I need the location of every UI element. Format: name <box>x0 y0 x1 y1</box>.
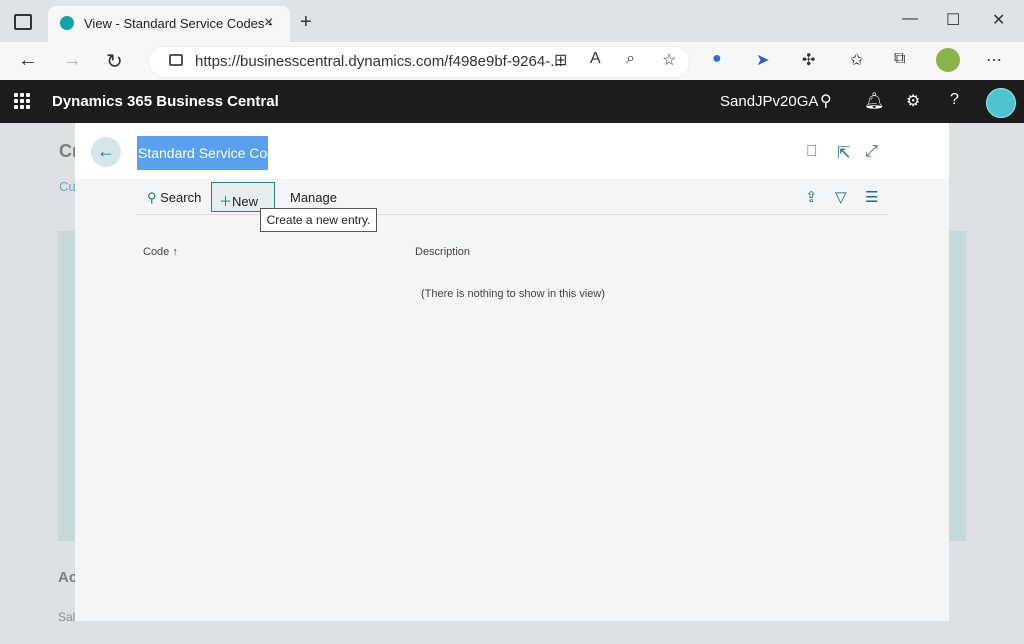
minimize-button[interactable]: — <box>902 10 918 28</box>
tab-title: View - Standard Service Codes - <box>84 16 273 31</box>
search-icon: ⚲ <box>147 190 161 205</box>
list-view-icon[interactable]: ☰ <box>865 188 878 206</box>
lock-icon[interactable] <box>169 54 183 66</box>
column-code-label: Code <box>143 246 170 258</box>
help-icon[interactable]: ? <box>950 91 959 109</box>
app-launcher-icon[interactable] <box>14 93 30 109</box>
tooltip: Create a new entry. <box>260 208 377 232</box>
maximize-button[interactable]: ☐ <box>946 10 960 30</box>
column-header-description[interactable]: Description <box>415 246 470 258</box>
new-tab-button[interactable]: + <box>300 12 312 32</box>
search-label: Search <box>160 190 202 205</box>
read-aloud-icon[interactable]: A <box>590 50 601 68</box>
list-dialog: ← Standard Service Codes ⎕ ⇱ ⤢ ⚲ Search … <box>75 123 949 621</box>
avatar[interactable] <box>986 88 1016 118</box>
forward-arrow-icon[interactable]: → <box>62 49 82 72</box>
empty-list-message: (There is nothing to show in this view) <box>421 288 606 300</box>
column-header-code[interactable]: Code ↑ <box>143 246 178 258</box>
share-icon[interactable]: ⇪ <box>805 188 818 206</box>
gear-icon[interactable]: ⚙ <box>906 91 920 111</box>
favorite-add-icon[interactable]: ☆ <box>662 50 676 70</box>
close-window-button[interactable]: ✕ <box>992 10 1005 30</box>
url-bar[interactable]: https://businesscentral.dynamics.com/f49… <box>148 46 690 78</box>
page-title: Standard Service Codes <box>137 136 290 170</box>
extension-globe-icon[interactable]: ● <box>712 50 722 68</box>
tab-actions-icon[interactable] <box>14 14 32 30</box>
app-title[interactable]: Dynamics 365 Business Central <box>52 93 279 110</box>
url-text[interactable]: https://businesscentral.dynamics.com/f49… <box>195 53 563 70</box>
bell-icon[interactable]: 🔔︎ <box>864 91 884 111</box>
background-item: Sal <box>58 610 76 624</box>
company-name[interactable]: SandJPv20GA <box>720 93 818 110</box>
search-icon[interactable]: ⚲ <box>820 91 832 111</box>
background-panel <box>948 231 966 541</box>
back-button[interactable]: ← <box>91 137 121 167</box>
favorites-icon[interactable]: ✩ <box>850 50 863 70</box>
action-bar: ⚲ Search ＋New Manage ⇪ ▽ ☰ <box>137 182 887 215</box>
extension-arrow-icon[interactable]: ➤ <box>756 50 769 70</box>
more-options-icon[interactable]: ⋯ <box>986 50 1002 70</box>
sort-ascending-icon: ↑ <box>169 246 178 258</box>
zoom-icon[interactable]: ⌕ <box>626 50 635 68</box>
browser-tab[interactable]: View - Standard Service Codes - × <box>48 6 290 42</box>
apps-icon[interactable]: ⊞ <box>554 50 567 70</box>
expand-icon[interactable]: ⤢ <box>865 143 878 161</box>
search-button[interactable]: ⚲ Search <box>147 190 201 206</box>
back-arrow-icon[interactable]: ← <box>18 49 38 72</box>
favicon-icon <box>60 16 74 30</box>
extensions-icon[interactable]: ✣ <box>802 50 815 70</box>
new-label: New <box>232 194 259 209</box>
refresh-icon[interactable]: ↻ <box>106 49 123 74</box>
filter-icon[interactable]: ▽ <box>835 188 847 206</box>
address-toolbar: ← → ↻ https://businesscentral.dynamics.c… <box>0 42 1024 81</box>
manage-menu[interactable]: Manage <box>290 190 337 205</box>
open-new-window-icon[interactable]: ⇱ <box>837 143 850 163</box>
background-link: Cu <box>59 179 76 194</box>
profile-avatar[interactable] <box>936 48 960 72</box>
collections-icon[interactable]: ⧉ <box>894 50 905 68</box>
bc-header: Dynamics 365 Business Central SandJPv20G… <box>0 80 1024 123</box>
tab-close-button[interactable]: × <box>264 14 273 32</box>
dialog-header: ← Standard Service Codes ⎕ ⇱ ⤢ <box>75 123 949 179</box>
bookmark-icon[interactable]: ⎕ <box>807 143 817 161</box>
plus-icon: ＋ <box>219 194 233 209</box>
new-button-content: ＋New <box>219 191 258 210</box>
browser-tab-bar: View - Standard Service Codes - × + — ☐ … <box>0 0 1024 42</box>
